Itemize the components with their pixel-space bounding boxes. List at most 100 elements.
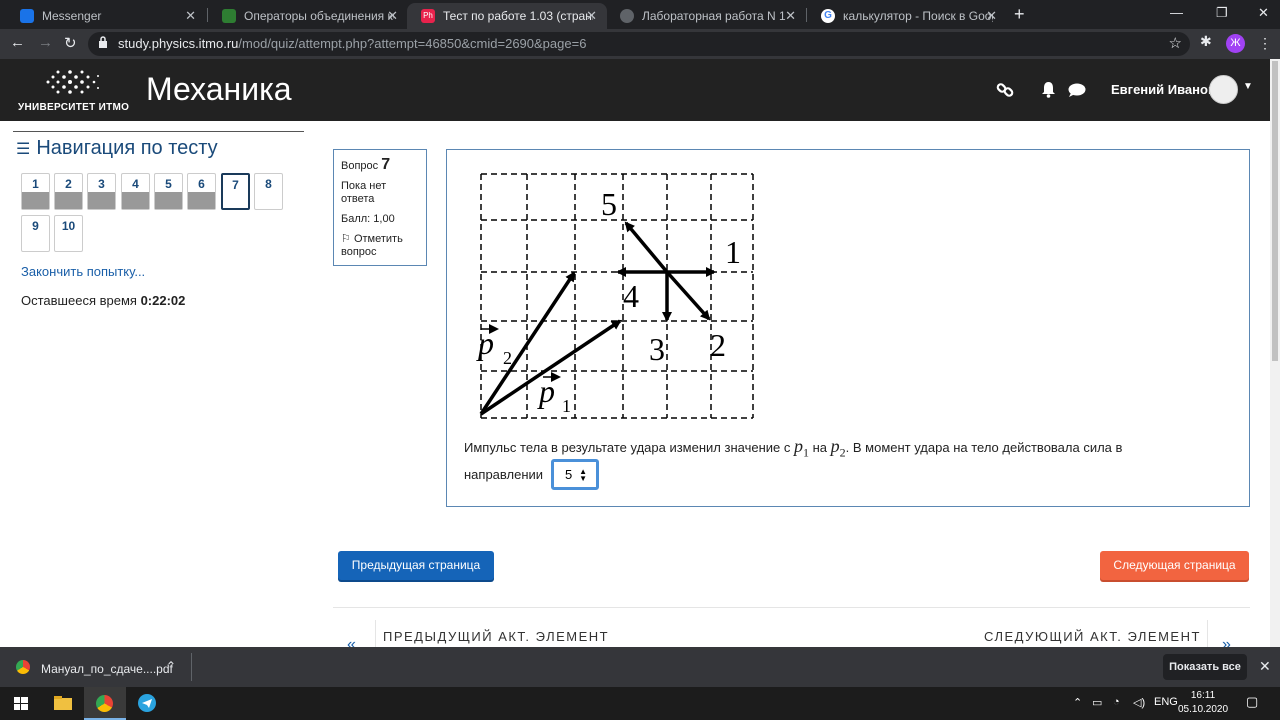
quiz-nav-button-2[interactable]: 2 xyxy=(54,173,83,210)
chrome-taskbar-icon[interactable] xyxy=(84,687,126,720)
link-icon[interactable] xyxy=(996,81,1014,99)
previous-activity-link[interactable]: ПРЕДЫДУЩИЙ АКТ. ЭЛЕМЕНТ xyxy=(383,629,609,644)
logo-text: УНИВЕРСИТЕТ ИТМО xyxy=(18,102,130,113)
finish-attempt-link[interactable]: Закончить попытку... xyxy=(21,264,145,279)
math-p1-letter: p xyxy=(793,436,803,456)
clock-time: 16:11 xyxy=(1190,690,1216,701)
close-window-icon[interactable]: ✕ xyxy=(1258,5,1269,21)
maximize-icon[interactable]: ❐ xyxy=(1216,5,1228,21)
lock-icon xyxy=(99,36,107,48)
close-icon[interactable]: ✕ xyxy=(785,8,796,24)
show-all-downloads-button[interactable]: Показать все xyxy=(1163,654,1247,680)
label-3: 3 xyxy=(649,331,665,367)
reload-icon[interactable]: ↻ xyxy=(64,34,77,52)
profile-avatar[interactable]: Ж xyxy=(1226,34,1245,53)
browser-tab-bar: Messenger ✕ Операторы объединения команд… xyxy=(0,0,1280,29)
sidebar-divider xyxy=(13,131,304,132)
windows-start-icon[interactable] xyxy=(0,687,42,720)
close-icon[interactable]: ✕ xyxy=(986,8,997,24)
tab-quiz[interactable]: Ph Тест по работе 1.03 (страница 7 ✕ xyxy=(407,3,607,29)
language-indicator[interactable]: ENG xyxy=(1154,696,1178,708)
hamburger-icon[interactable]: ☰ xyxy=(16,141,30,158)
flag-question-button[interactable]: ⚐ Отметить вопрос xyxy=(341,233,419,259)
question-text-part: на xyxy=(812,440,828,455)
previous-page-button[interactable]: Предыдущая страница xyxy=(338,551,494,580)
quiz-nav-title-text: Навигация по тесту xyxy=(36,137,218,159)
chat-icon[interactable] xyxy=(1068,83,1086,98)
file-explorer-icon[interactable] xyxy=(42,687,84,720)
chevron-down-icon[interactable]: ▼ xyxy=(1243,81,1253,92)
site-icon xyxy=(222,9,236,23)
download-divider xyxy=(191,653,192,681)
flag-icon: ⚐ xyxy=(341,233,351,245)
label-p2-letter: p xyxy=(476,325,494,361)
quiz-nav-button-3[interactable]: 3 xyxy=(87,173,116,210)
new-tab-button[interactable]: + xyxy=(1014,4,1025,25)
answered-fill xyxy=(22,192,49,209)
quiz-nav-button-4[interactable]: 4 xyxy=(121,173,150,210)
chevron-up-icon[interactable]: ⌃ xyxy=(166,659,176,673)
next-activity-link[interactable]: СЛЕДУЮЩИЙ АКТ. ЭЛЕМЕНТ xyxy=(984,629,1201,644)
close-icon[interactable]: ✕ xyxy=(586,8,597,24)
quiz-nav-title[interactable]: ☰ Навигация по тесту xyxy=(16,137,218,160)
tab-operators[interactable]: Операторы объединения команд ✕ xyxy=(208,3,408,29)
battery-icon[interactable]: ▭ xyxy=(1092,696,1102,709)
quiz-nav-number: 6 xyxy=(198,177,205,191)
download-file-name[interactable]: Мануал_по_сдаче....pdf xyxy=(41,662,173,676)
tab-google[interactable]: G калькулятор - Поиск в Google ✕ xyxy=(807,3,1007,29)
quiz-nav-button-10[interactable]: 10 xyxy=(54,215,83,252)
wifi-icon[interactable]: ◔ xyxy=(1113,696,1120,708)
user-avatar[interactable] xyxy=(1209,75,1238,104)
windows-taskbar: ⌃ ▭ ◔ ◁) ENG 16:11 05.10.2020 ▢ xyxy=(0,687,1280,720)
clock-date: 05.10.2020 xyxy=(1178,704,1229,715)
tray-chevron-up-icon[interactable]: ⌃ xyxy=(1073,696,1082,709)
volume-icon[interactable]: ◁) xyxy=(1133,696,1145,709)
label-p2-sub: 2 xyxy=(503,348,512,368)
bell-icon[interactable] xyxy=(1041,81,1056,98)
vector-diagram: 1 2 3 4 5 p 2 p 1 xyxy=(476,173,754,419)
answer-select[interactable]: 5 ▲ ▼ xyxy=(551,459,599,490)
extensions-icon[interactable]: ✱ xyxy=(1200,33,1212,50)
select-arrows-icon: ▲ ▼ xyxy=(579,467,587,483)
quiz-nav-button-1[interactable]: 1 xyxy=(21,173,50,210)
notifications-icon[interactable]: ▢ xyxy=(1246,694,1258,710)
question-text-direction: направлении xyxy=(464,467,544,482)
label-p2: p 2 xyxy=(476,324,512,368)
forward-icon[interactable]: → xyxy=(38,34,53,51)
quiz-nav-button-7[interactable]: 7 xyxy=(221,173,250,210)
answered-fill xyxy=(188,192,215,209)
clock[interactable]: 16:11 05.10.2020 xyxy=(1178,689,1228,717)
close-icon[interactable]: ✕ xyxy=(387,8,398,24)
close-icon[interactable]: ✕ xyxy=(1259,658,1271,675)
quiz-nav-button-9[interactable]: 9 xyxy=(21,215,50,252)
site-header: УНИВЕРСИТЕТ ИТМО Механика Евгений Иванов… xyxy=(0,59,1270,121)
back-icon[interactable]: ← xyxy=(10,34,25,51)
page-scrollbar[interactable] xyxy=(1270,59,1280,647)
next-page-button[interactable]: Следующая страница xyxy=(1100,551,1249,580)
tab-messenger[interactable]: Messenger ✕ xyxy=(6,3,206,29)
quiz-nav-button-5[interactable]: 5 xyxy=(154,173,183,210)
quiz-nav-number: 1 xyxy=(32,177,39,191)
url-input[interactable]: study.physics.itmo.ru/mod/quiz/attempt.p… xyxy=(88,32,1190,56)
quiz-nav-button-8[interactable]: 8 xyxy=(254,173,283,210)
url-host: study.physics.itmo.ru xyxy=(118,36,239,51)
tab-lab[interactable]: Лабораторная работа N 1 ✕ xyxy=(606,3,806,29)
label-1: 1 xyxy=(725,234,741,270)
itmo-logo[interactable]: УНИВЕРСИТЕТ ИТМО xyxy=(18,65,130,115)
question-info: Вопрос 7 Пока нет ответа Балл: 1,00 ⚐ От… xyxy=(333,149,427,266)
close-icon[interactable]: ✕ xyxy=(185,8,196,24)
label-p1: p 1 xyxy=(537,372,571,416)
quiz-nav-button-6[interactable]: 6 xyxy=(187,173,216,210)
quiz-nav-number: 10 xyxy=(61,219,76,233)
scrollbar-thumb[interactable] xyxy=(1272,61,1278,361)
user-name[interactable]: Евгений Иванов xyxy=(1111,82,1216,97)
quiz-nav-number: 3 xyxy=(98,177,105,191)
telegram-icon[interactable] xyxy=(126,687,168,720)
label-p1-letter: p xyxy=(537,373,555,409)
site-name[interactable]: Механика xyxy=(146,71,292,108)
quiz-nav-number: 4 xyxy=(132,177,139,191)
minimize-icon[interactable]: — xyxy=(1170,5,1183,20)
bookmark-star-icon[interactable]: ☆ xyxy=(1169,34,1182,52)
browser-menu-icon[interactable]: ⋮ xyxy=(1258,35,1272,52)
question-text-part: Импульс тела в результате удара изменил … xyxy=(464,440,791,455)
